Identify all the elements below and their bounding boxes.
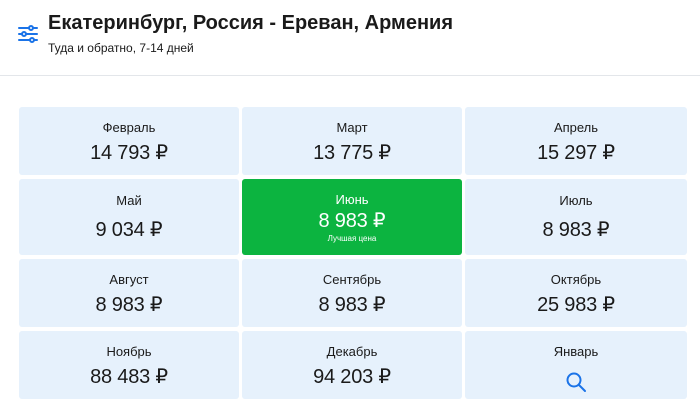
trip-subtitle: Туда и обратно, 7-14 дней xyxy=(48,41,194,55)
month-label: Март xyxy=(336,120,368,135)
month-cell-march[interactable]: Март 13 775 ₽ xyxy=(242,107,462,175)
month-price: 13 775 ₽ xyxy=(313,142,391,164)
month-cell-august[interactable]: Август 8 983 ₽ xyxy=(19,259,239,327)
filter-sliders-icon[interactable] xyxy=(16,22,40,46)
month-cell-november[interactable]: Ноябрь 88 483 ₽ xyxy=(19,331,239,399)
month-price-grid: Февраль 14 793 ₽ Март 13 775 ₽ Апрель 15… xyxy=(19,107,687,399)
month-price: 94 203 ₽ xyxy=(313,366,391,388)
page-title: Екатеринбург, Россия - Ереван, Армения xyxy=(48,12,453,34)
month-cell-april[interactable]: Апрель 15 297 ₽ xyxy=(465,107,687,175)
month-label: Июль xyxy=(559,193,593,208)
month-label: Декабрь xyxy=(326,344,378,359)
month-price: 15 297 ₽ xyxy=(537,142,615,164)
month-label: Сентябрь xyxy=(322,272,382,287)
month-cell-december[interactable]: Декабрь 94 203 ₽ xyxy=(242,331,462,399)
month-cell-may[interactable]: Май 9 034 ₽ xyxy=(19,179,239,255)
month-price: 8 983 ₽ xyxy=(318,210,386,232)
month-cell-july[interactable]: Июль 8 983 ₽ xyxy=(465,179,687,255)
month-price: 25 983 ₽ xyxy=(537,294,615,316)
month-cell-february[interactable]: Февраль 14 793 ₽ xyxy=(19,107,239,175)
month-price: 8 983 ₽ xyxy=(95,294,163,316)
month-label: Февраль xyxy=(102,120,156,135)
month-label: Июнь xyxy=(335,192,369,207)
month-price: 14 793 ₽ xyxy=(90,142,168,164)
month-cell-october[interactable]: Октябрь 25 983 ₽ xyxy=(465,259,687,327)
month-cell-january[interactable]: Январь xyxy=(465,331,687,399)
month-price: 8 983 ₽ xyxy=(318,294,386,316)
month-cell-june-best[interactable]: Июнь 8 983 ₽ Лучшая цена xyxy=(242,179,462,255)
month-label: Январь xyxy=(553,344,599,359)
month-label: Август xyxy=(109,272,149,287)
month-cell-september[interactable]: Сентябрь 8 983 ₽ xyxy=(242,259,462,327)
month-price: 88 483 ₽ xyxy=(90,366,168,388)
search-icon[interactable] xyxy=(564,370,588,394)
header: Екатеринбург, Россия - Ереван, Армения Т… xyxy=(0,0,700,76)
month-label: Ноябрь xyxy=(106,344,152,359)
month-price: 8 983 ₽ xyxy=(542,219,610,241)
month-label: Май xyxy=(116,193,142,208)
best-price-badge: Лучшая цена xyxy=(327,234,377,243)
month-label: Апрель xyxy=(553,120,599,135)
month-label: Октябрь xyxy=(550,272,602,287)
month-price: 9 034 ₽ xyxy=(95,219,163,241)
